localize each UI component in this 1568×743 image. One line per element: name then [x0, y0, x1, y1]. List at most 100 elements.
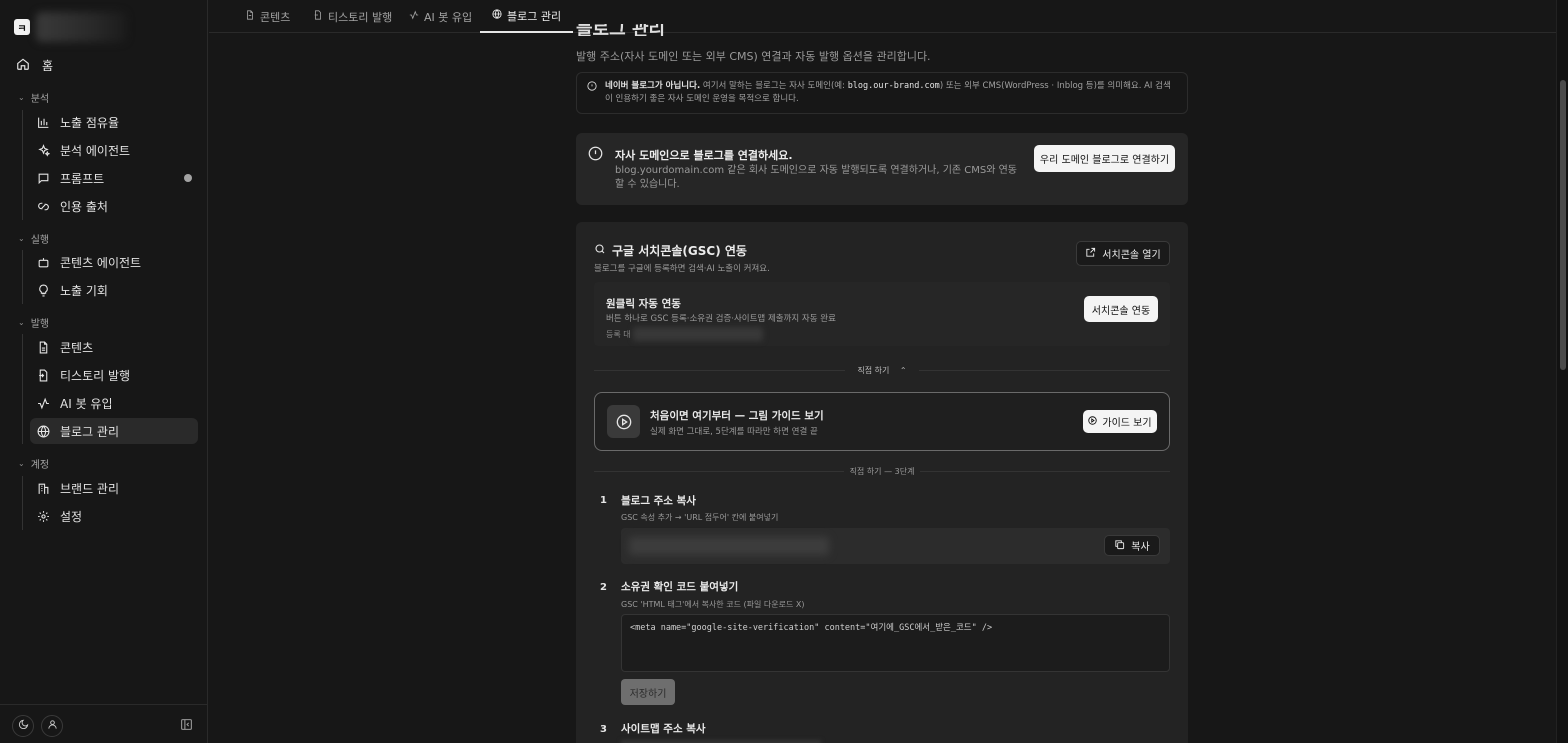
guide-subtitle: 실제 화면 그대로, 5단계를 따라만 하면 연결 끝 — [650, 427, 818, 437]
button-label: 복사 — [1131, 542, 1150, 553]
tree-line — [22, 250, 23, 304]
guide-card: 처음이면 여기부터 — 그림 가이드 보기 실제 화면 그대로, 5단계를 따라… — [594, 392, 1170, 451]
top-tabs: 콘텐츠 티스토리 발행 AI 봇 유입 블로그 관리 — [209, 0, 1559, 33]
message-icon — [36, 171, 50, 185]
sidebar-group-execution[interactable]: ⌄ 실행 — [18, 231, 49, 246]
view-guide-button[interactable]: 가이드 보기 — [1083, 410, 1157, 433]
toggle-text: 직접 하기 — [857, 365, 890, 375]
sidebar-item-content-agent[interactable]: 콘텐츠 에이전트 — [30, 249, 198, 275]
sidebar-item-settings[interactable]: 설정 — [30, 503, 198, 529]
step-title: 블로그 주소 복사 — [621, 495, 696, 507]
sidebar-item-label: 콘텐츠 에이전트 — [60, 255, 142, 270]
sidebar-group-publish[interactable]: ⌄ 발행 — [18, 315, 49, 330]
sidebar-item-exposure-share[interactable]: 노출 점유율 — [30, 109, 198, 135]
direct-toggle[interactable]: 직접 하기 ⌃ — [594, 364, 1170, 376]
tab-tistory-publish[interactable]: 티스토리 발행 — [301, 0, 404, 33]
activity-icon — [36, 396, 50, 410]
sidebar-item-exposure-opportunity[interactable]: 노출 기회 — [30, 277, 198, 303]
file-text-icon — [245, 10, 255, 23]
globe-icon — [36, 424, 50, 438]
play-icon — [607, 405, 640, 438]
notice-example-domain: blog.our-brand.com — [847, 81, 940, 91]
page-subtitle: 발행 주소(자사 도메인 또는 외부 CMS) 연결과 자동 발행 옵션을 관리… — [576, 50, 931, 63]
sidebar-item-brand-manage[interactable]: 브랜드 관리 — [30, 475, 198, 501]
connect-domain-card: 자사 도메인으로 블로그를 연결하세요. blog.yourdomain.com… — [576, 133, 1188, 205]
blog-url-box: 복사 — [621, 528, 1170, 564]
tab-ai-bot-inflow[interactable]: AI 봇 유입 — [397, 0, 484, 33]
step-number: 1 — [600, 495, 607, 506]
sidebar-item-contents[interactable]: 콘텐츠 — [30, 334, 198, 360]
sidebar-group-analysis[interactable]: ⌄ 분석 — [18, 90, 49, 105]
gear-icon — [36, 509, 50, 523]
tree-line — [22, 334, 23, 444]
sidebar-group-label: 발행 — [30, 319, 50, 330]
sidebar-footer — [0, 704, 208, 743]
blog-url-blurred — [629, 537, 829, 555]
oneclick-desc: 버튼 하나로 GSC 등록·소유권 검증·사이트맵 제출까지 자동 완료 — [606, 314, 836, 324]
gsc-title: 구글 서치콘솔(GSC) 연동 — [612, 244, 747, 258]
status-dot — [184, 174, 192, 182]
scrollbar-thumb[interactable] — [1560, 80, 1566, 370]
sparkles-icon — [36, 143, 50, 157]
chevron-down-icon: ⌄ — [18, 234, 25, 243]
sidebar-item-label: 프롬프트 — [60, 171, 105, 186]
play-circle-icon — [1088, 415, 1098, 428]
search-console-connect-button[interactable]: 서치콘솔 연동 — [1084, 296, 1158, 322]
sidebar: ㅋ 홈 ⌄ 분석 노출 점유율 분석 에이전트 프롬프트 인용 출처 ⌄ 실행 … — [0, 0, 208, 743]
chevron-up-icon: ⌃ — [899, 365, 907, 375]
tab-blog-manage[interactable]: 블로그 관리 — [480, 0, 574, 33]
sidebar-item-citation-sources[interactable]: 인용 출처 — [30, 193, 198, 219]
account-button[interactable] — [41, 715, 63, 737]
sidebar-item-label: 브랜드 관리 — [60, 481, 120, 496]
sidebar-group-label: 계정 — [30, 460, 50, 471]
sidebar-item-label: 노출 점유율 — [60, 115, 120, 130]
verification-code-input[interactable]: <meta name="google-site-verification" co… — [621, 614, 1170, 672]
gsc-subtitle: 블로그를 구글에 등록하면 검색·AI 노출이 커져요. — [594, 264, 770, 274]
sidebar-item-label: 콘텐츠 — [60, 340, 94, 355]
brand[interactable]: ㅋ — [14, 12, 126, 42]
tab-contents[interactable]: 콘텐츠 — [233, 0, 302, 33]
sidebar-item-tistory-publish[interactable]: 티스토리 발행 — [30, 362, 198, 388]
connect-domain-button[interactable]: 우리 도메인 블로그로 연결하기 — [1034, 145, 1175, 172]
file-text-icon — [36, 340, 50, 354]
notice-bold: 네이버 블로그가 아닙니다. — [605, 81, 701, 91]
sidebar-item-home[interactable]: 홈 — [16, 56, 53, 74]
file-export-icon — [36, 368, 50, 382]
page-scrollbar[interactable] — [1556, 0, 1568, 743]
button-label: 서치콘솔 열기 — [1102, 250, 1161, 261]
sidebar-item-label: 노출 기회 — [60, 283, 108, 298]
sidebar-item-ai-bot-inflow[interactable]: AI 봇 유입 — [30, 390, 198, 416]
alert-circle-icon — [588, 146, 603, 164]
brand-name-blurred — [36, 12, 126, 42]
sidebar-item-label: 인용 출처 — [60, 199, 108, 214]
file-export-icon — [313, 10, 323, 23]
step-number: 3 — [600, 724, 607, 735]
theme-toggle-button[interactable] — [12, 715, 34, 737]
copy-button[interactable]: 복사 — [1104, 535, 1160, 556]
sidebar-item-blog-manage[interactable]: 블로그 관리 — [30, 418, 198, 444]
link-icon — [36, 199, 50, 213]
connect-title: 자사 도메인으로 블로그를 연결하세요. — [615, 149, 793, 162]
steps-label-text: 직접 하기 — 3단계 — [849, 466, 915, 476]
guide-title: 처음이면 여기부터 — 그림 가이드 보기 — [650, 410, 824, 422]
direct-toggle-label: 직접 하기 ⌃ — [849, 365, 914, 376]
sidebar-item-label: 블로그 관리 — [60, 424, 120, 439]
save-button[interactable]: 저장하기 — [621, 679, 675, 705]
oneclick-status: 등록 대 — [606, 327, 763, 341]
sidebar-item-prompts[interactable]: 프롬프트 — [30, 165, 198, 191]
oneclick-panel: 원클릭 자동 연동 버튼 하나로 GSC 등록·소유권 검증·사이트맵 제출까지… — [594, 282, 1170, 346]
step-title: 소유권 확인 코드 붙여넣기 — [621, 581, 739, 593]
collapse-sidebar-button[interactable] — [180, 718, 193, 734]
building-icon — [36, 481, 50, 495]
sidebar-group-account[interactable]: ⌄ 계정 — [18, 456, 49, 471]
sidebar-item-analysis-agent[interactable]: 분석 에이전트 — [30, 137, 198, 163]
sidebar-collapse-icon — [180, 719, 193, 734]
moon-icon — [18, 719, 29, 733]
sidebar-item-label: AI 봇 유입 — [60, 396, 113, 411]
external-link-icon — [1085, 247, 1096, 261]
info-icon — [587, 81, 597, 96]
tree-line — [22, 476, 23, 530]
open-search-console-button[interactable]: 서치콘솔 열기 — [1076, 241, 1170, 266]
button-label: 가이드 보기 — [1102, 418, 1152, 429]
bot-icon — [36, 255, 50, 269]
